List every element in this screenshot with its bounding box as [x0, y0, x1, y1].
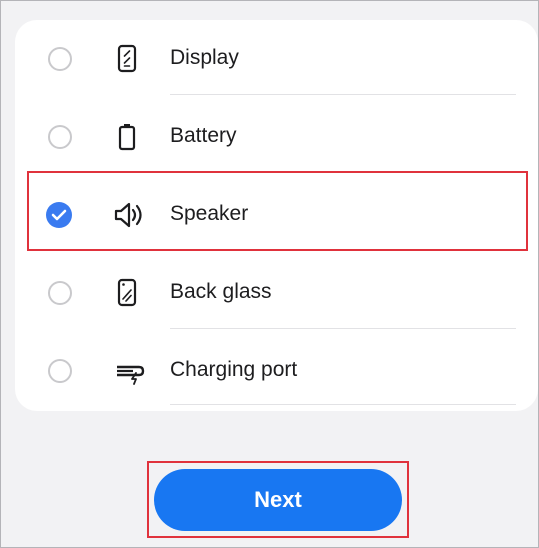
radio-button[interactable] — [48, 47, 72, 71]
option-label: Speaker — [170, 202, 249, 225]
checkmark-icon — [51, 209, 67, 221]
radio-button[interactable] — [48, 359, 72, 383]
screen: Display Battery Speaker Back glass Charg… — [0, 0, 539, 548]
option-label: Display — [170, 46, 239, 69]
phone-display-icon — [113, 44, 141, 74]
charging-port-icon — [113, 356, 145, 386]
next-button[interactable]: Next — [154, 469, 402, 531]
option-display[interactable]: Display — [15, 20, 538, 98]
radio-button[interactable] — [48, 125, 72, 149]
option-label: Charging port — [170, 358, 298, 381]
divider — [170, 172, 516, 173]
options-card: Display Battery Speaker Back glass Charg… — [15, 20, 538, 411]
radio-button[interactable] — [48, 281, 72, 305]
battery-icon — [113, 122, 141, 152]
option-speaker[interactable]: Speaker — [15, 176, 538, 254]
option-label: Battery — [170, 124, 237, 147]
option-charging-port[interactable]: Charging port — [15, 332, 538, 410]
option-back-glass[interactable]: Back glass — [15, 254, 538, 332]
option-label: Back glass — [170, 280, 272, 303]
divider — [170, 94, 516, 95]
divider — [170, 404, 516, 405]
speaker-icon — [113, 200, 142, 230]
radio-button-checked[interactable] — [46, 202, 72, 228]
divider — [170, 328, 516, 329]
option-battery[interactable]: Battery — [15, 98, 538, 176]
back-glass-icon — [113, 278, 141, 308]
